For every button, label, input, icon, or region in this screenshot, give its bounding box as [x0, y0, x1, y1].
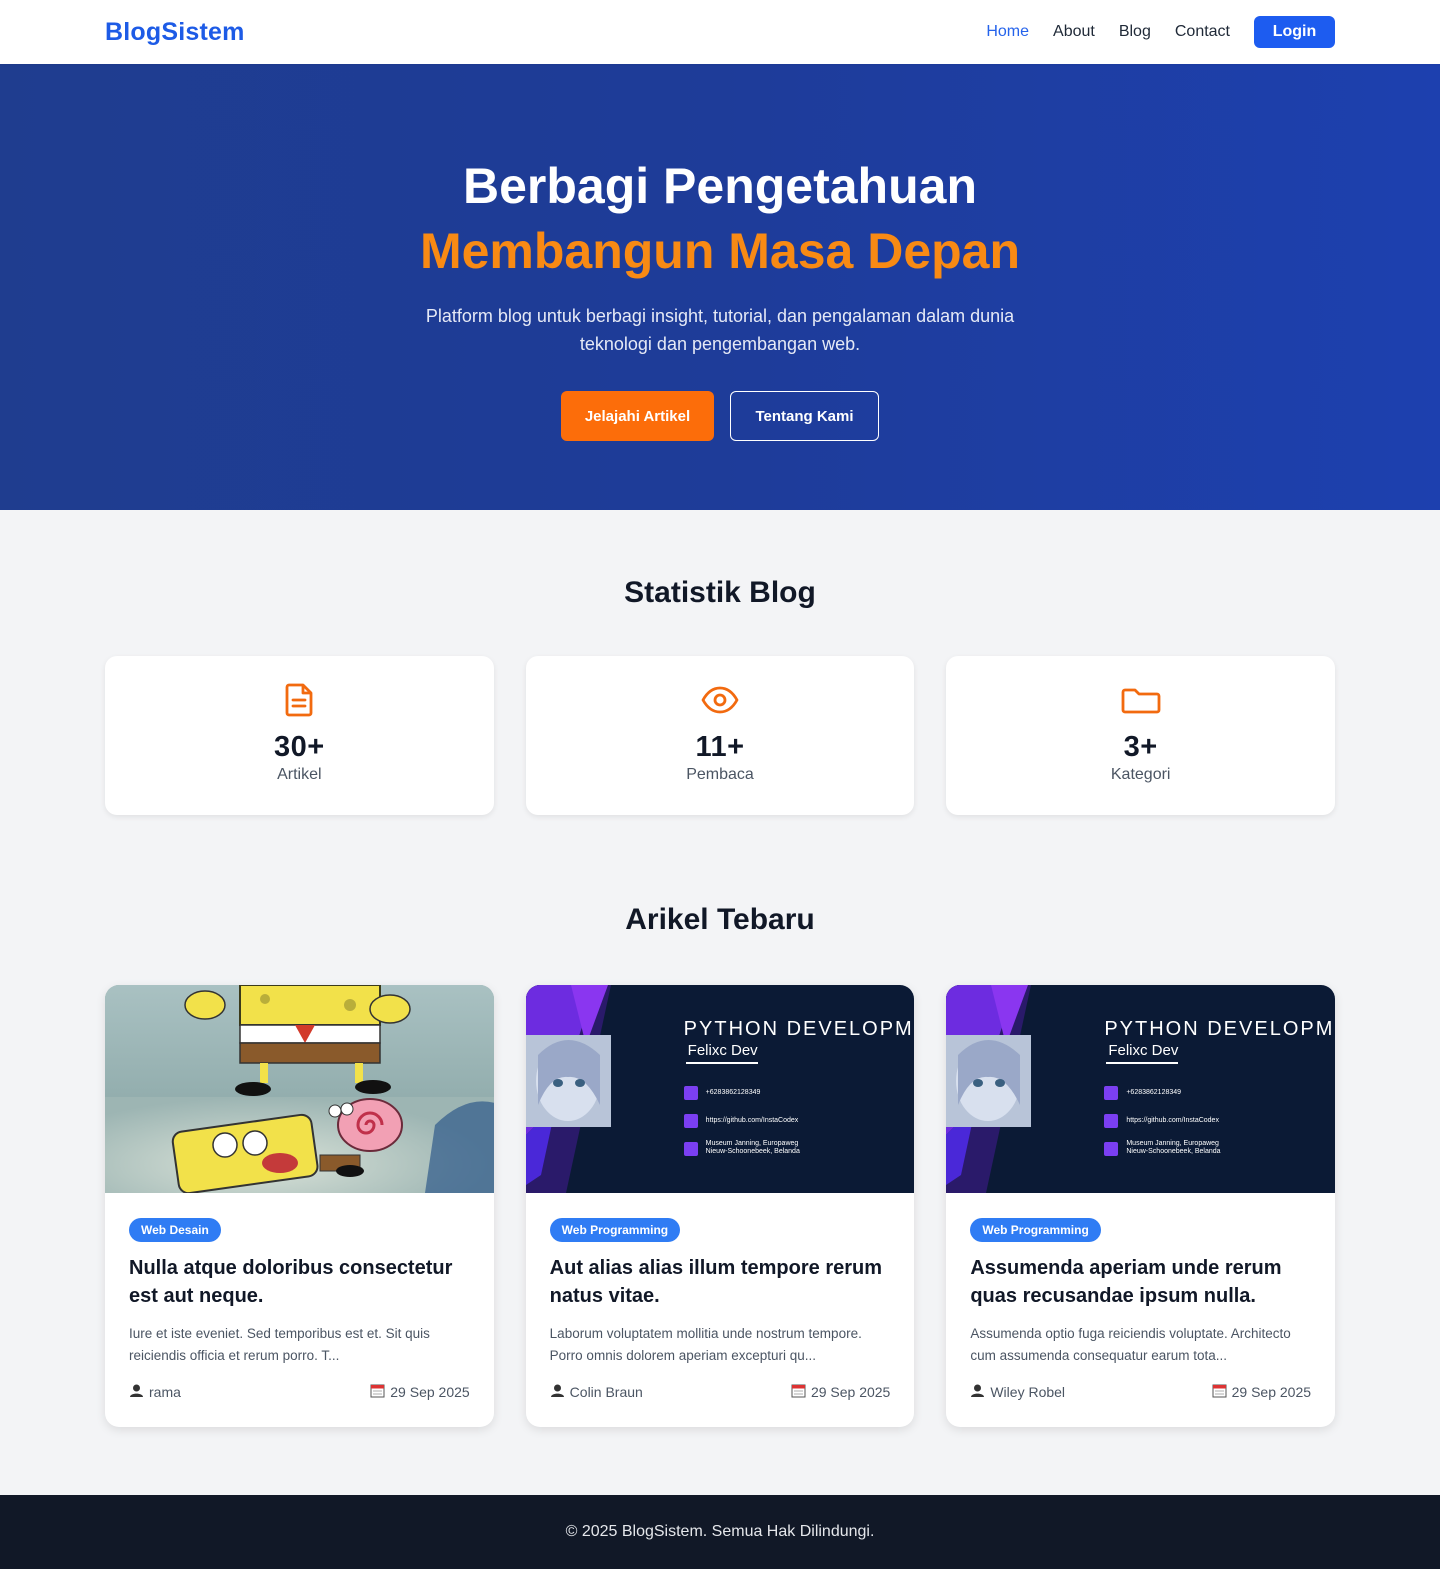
stat-label: Kategori — [1110, 766, 1171, 783]
nav-link-contact[interactable]: Contact — [1175, 23, 1230, 41]
articles-section: Arikel Tebaru Web Desain Nulla atque dol… — [0, 815, 1440, 1427]
stat-label: Pembaca — [686, 766, 754, 783]
nav-links: Home About Blog Contact Login — [962, 16, 1335, 48]
explore-articles-button[interactable]: Jelajahi Artikel — [561, 391, 714, 441]
thumbnail-url: https://github.com/InstaCodex — [1126, 1117, 1219, 1124]
thumbnail-phone: +6283862128349 — [705, 1089, 761, 1096]
stat-card-articles: 30+ Artikel — [105, 656, 494, 815]
stat-card-categories: 3+ Kategori — [946, 656, 1336, 815]
article-meta: rama 29 Sep 2025 — [129, 1383, 470, 1401]
article-thumbnail[interactable]: PYTHON DEVELOPME Felixc Dev +62838621283… — [525, 985, 915, 1193]
article-card-body: Web Programming Assumenda aperiam unde r… — [946, 1193, 1335, 1401]
article-title[interactable]: Assumenda aperiam unde rerum quas recusa… — [970, 1254, 1311, 1310]
folder-icon — [946, 682, 1335, 720]
article-card-body: Web Programming Aut alias alias illum te… — [526, 1193, 915, 1401]
hero-title: Berbagi Pengetahuan — [463, 158, 977, 214]
author-name: Colin Braun — [569, 1384, 643, 1400]
thumbnail-address-2: Nieuw-Schoonebeek, Belanda — [1126, 1148, 1221, 1155]
author-name: Wiley Robel — [990, 1384, 1066, 1400]
stat-value: 3+ — [1123, 731, 1158, 763]
stats-section: Statistik Blog 30+ Artikel 11+ Pembaca 3… — [0, 510, 1440, 815]
article-title[interactable]: Nulla atque doloribus consectetur est au… — [129, 1254, 470, 1310]
article-thumbnail[interactable] — [105, 985, 494, 1193]
author-name: rama — [149, 1384, 181, 1400]
hero-title-highlight: Membangun Masa Depan — [419, 223, 1021, 279]
stat-card-readers: 11+ Pembaca — [525, 656, 915, 815]
article-card[interactable]: PYTHON DEVELOPME Felixc Dev +62838621283… — [946, 985, 1336, 1427]
thumbnail-address-2: Nieuw-Schoonebeek, Belanda — [705, 1148, 800, 1155]
thumbnail-heading: PYTHON DEVELOPME — [1104, 1018, 1336, 1040]
author: rama — [129, 1383, 181, 1401]
date: 29 Sep 2025 — [791, 1383, 890, 1401]
nav-link-home[interactable]: Home — [986, 23, 1029, 41]
hero-section: Berbagi Pengetahuan Membangun Masa Depan… — [0, 64, 1440, 510]
stat-value: 11+ — [695, 731, 745, 763]
article-excerpt: Laborum voluptatem mollitia unde nostrum… — [549, 1326, 862, 1363]
category-badge[interactable]: Web Programming — [970, 1218, 1101, 1242]
thumbnail-name: Felixc Dev — [1108, 1042, 1179, 1059]
articles-title: Arikel Tebaru — [625, 903, 815, 936]
author: Wiley Robel — [970, 1383, 1065, 1401]
article-card[interactable]: PYTHON DEVELOPME Felixc Dev +62838621283… — [525, 985, 915, 1427]
document-icon — [105, 682, 494, 720]
user-icon — [129, 1383, 144, 1401]
stat-label: Artikel — [277, 766, 322, 783]
calendar-icon — [1212, 1383, 1227, 1401]
login-button[interactable]: Login — [1254, 16, 1335, 48]
nav-link-blog[interactable]: Blog — [1119, 23, 1151, 41]
about-us-button[interactable]: Tentang Kami — [730, 391, 879, 441]
publish-date: 29 Sep 2025 — [390, 1384, 470, 1400]
user-icon — [970, 1383, 985, 1401]
stat-value: 30+ — [273, 731, 325, 763]
copyright-text: © 2025 BlogSistem. Semua Hak Dilindungi. — [565, 1523, 875, 1540]
article-meta: Wiley Robel 29 Sep 2025 — [970, 1383, 1311, 1401]
article-meta: Colin Braun 29 Sep 2025 — [550, 1383, 890, 1401]
category-badge[interactable]: Web Programming — [549, 1218, 681, 1242]
date: 29 Sep 2025 — [1212, 1383, 1311, 1401]
article-excerpt: Assumenda optio fuga reiciendis voluptat… — [970, 1326, 1291, 1363]
thumbnail-name: Felixc Dev — [687, 1042, 758, 1059]
date: 29 Sep 2025 — [370, 1383, 470, 1401]
eye-icon — [526, 682, 915, 720]
article-excerpt: Iure et iste eveniet. Sed temporibus est… — [129, 1326, 430, 1363]
article-title[interactable]: Aut alias alias illum tempore rerum natu… — [550, 1254, 891, 1310]
article-card-body: Web Desain Nulla atque doloribus consect… — [105, 1193, 494, 1401]
thumbnail-phone: +6283862128349 — [1126, 1089, 1182, 1096]
thumbnail-heading: PYTHON DEVELOPME — [683, 1018, 915, 1040]
publish-date: 29 Sep 2025 — [810, 1384, 891, 1400]
category-badge[interactable]: Web Desain — [129, 1218, 221, 1242]
hero-subtitle: Platform blog untuk berbagi insight, tut… — [425, 306, 1015, 354]
nav-link-about[interactable]: About — [1053, 23, 1095, 41]
hero-buttons: Jelajahi Artikel Tentang Kami — [0, 391, 1440, 441]
thumbnail-url: https://github.com/InstaCodex — [705, 1117, 799, 1124]
thumbnail-address-1: Museum Janning, Europaweg — [1126, 1140, 1219, 1147]
footer: © 2025 BlogSistem. Semua Hak Dilindungi. — [0, 1495, 1440, 1569]
brand-logo[interactable]: BlogSistem — [105, 18, 245, 47]
user-icon — [550, 1383, 565, 1401]
author: Colin Braun — [550, 1383, 643, 1401]
navbar: BlogSistem Home About Blog Contact Login — [0, 0, 1440, 64]
stats-title: Statistik Blog — [624, 576, 816, 609]
article-card[interactable]: Web Desain Nulla atque doloribus consect… — [105, 985, 494, 1427]
article-cards: Web Desain Nulla atque doloribus consect… — [0, 985, 1440, 1427]
publish-date: 29 Sep 2025 — [1231, 1384, 1312, 1400]
stats-grid: 30+ Artikel 11+ Pembaca 3+ Kategori — [0, 656, 1440, 815]
thumbnail-address-1: Museum Janning, Europaweg — [705, 1140, 799, 1147]
calendar-icon — [791, 1383, 806, 1401]
article-thumbnail[interactable]: PYTHON DEVELOPME Felixc Dev +62838621283… — [946, 985, 1336, 1193]
calendar-icon — [370, 1383, 385, 1401]
